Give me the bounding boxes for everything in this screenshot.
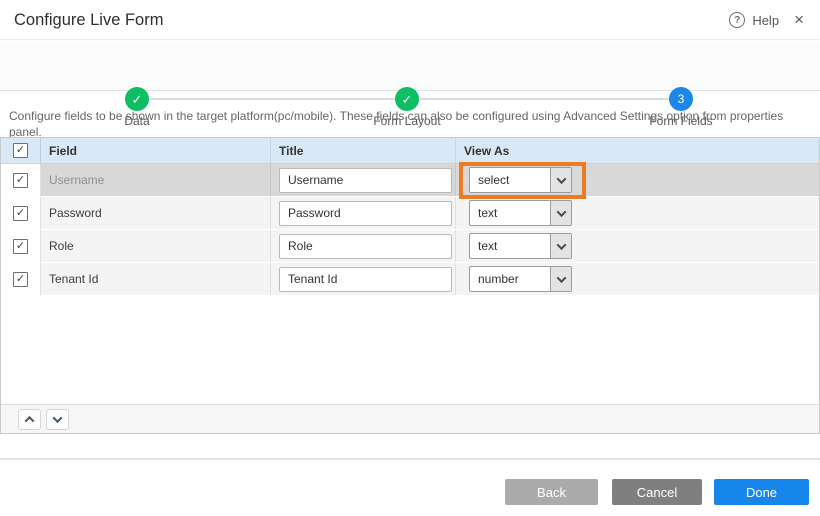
move-up-button[interactable] xyxy=(18,409,41,430)
table-row[interactable]: ✓ Username select xyxy=(1,164,819,197)
field-name: Tenant Id xyxy=(49,272,98,286)
chevron-down-icon xyxy=(556,240,566,250)
select-arrow-button[interactable] xyxy=(550,234,571,258)
view-as-select[interactable]: select xyxy=(469,167,572,193)
chevron-down-icon xyxy=(556,207,566,217)
divider xyxy=(0,458,820,460)
close-icon[interactable]: × xyxy=(788,0,810,40)
check-icon: ✓ xyxy=(16,208,25,219)
column-header-field: Field xyxy=(49,144,77,158)
view-as-value: number xyxy=(470,267,550,291)
step-data-check-icon[interactable]: ✓ xyxy=(125,87,149,111)
check-icon: ✓ xyxy=(16,145,25,156)
help-button[interactable]: ? Help xyxy=(729,12,779,28)
row-checkbox[interactable]: ✓ xyxy=(13,206,28,221)
titlebar-controls: ? Help × xyxy=(729,0,810,40)
page-title: Configure Live Form xyxy=(14,0,163,40)
cancel-button[interactable]: Cancel xyxy=(612,479,702,505)
field-name: Username xyxy=(49,173,104,187)
chevron-down-icon xyxy=(556,273,566,283)
table-row[interactable]: ✓ Role text xyxy=(1,230,819,263)
field-name: Role xyxy=(49,239,74,253)
column-header-title: Title xyxy=(279,144,303,158)
view-as-select[interactable]: number xyxy=(469,266,572,292)
view-as-select[interactable]: text xyxy=(469,233,572,259)
row-checkbox[interactable]: ✓ xyxy=(13,272,28,287)
description-text: Configure fields to be shown in the targ… xyxy=(9,108,811,140)
chevron-down-icon xyxy=(556,174,566,184)
step-connector xyxy=(420,98,669,100)
view-as-value: text xyxy=(470,234,550,258)
select-arrow-button[interactable] xyxy=(550,267,571,291)
fields-table: ✓ Field Title View As ✓ Username select xyxy=(0,137,820,434)
chevron-up-icon xyxy=(25,415,35,425)
step-form-fields-badge[interactable]: 3 xyxy=(669,87,693,111)
step-number: 3 xyxy=(678,92,685,106)
select-arrow-button[interactable] xyxy=(550,201,571,225)
help-icon: ? xyxy=(729,12,745,28)
title-bar: Configure Live Form ? Help × xyxy=(0,0,820,40)
row-checkbox[interactable]: ✓ xyxy=(13,239,28,254)
view-as-value: text xyxy=(470,201,550,225)
title-input[interactable] xyxy=(279,234,452,259)
select-all-checkbox[interactable]: ✓ xyxy=(13,143,28,158)
table-row[interactable]: ✓ Password text xyxy=(1,197,819,230)
done-button[interactable]: Done xyxy=(714,479,809,505)
wizard-stepper: ✓ Data ✓ Form Layout 3 Form Fields xyxy=(0,41,820,91)
select-arrow-button[interactable] xyxy=(550,168,571,192)
check-icon: ✓ xyxy=(16,274,25,285)
check-icon: ✓ xyxy=(402,93,413,106)
view-as-select[interactable]: text xyxy=(469,200,572,226)
move-down-button[interactable] xyxy=(46,409,69,430)
title-input[interactable] xyxy=(279,201,452,226)
table-header-row: ✓ Field Title View As xyxy=(1,138,819,164)
title-input[interactable] xyxy=(279,267,452,292)
step-form-layout-check-icon[interactable]: ✓ xyxy=(395,87,419,111)
row-checkbox[interactable]: ✓ xyxy=(13,173,28,188)
back-button[interactable]: Back xyxy=(505,479,598,505)
check-icon: ✓ xyxy=(16,241,25,252)
table-footer xyxy=(1,404,819,433)
column-header-view-as: View As xyxy=(464,144,509,158)
step-connector xyxy=(150,98,395,100)
table-row[interactable]: ✓ Tenant Id number xyxy=(1,263,819,296)
field-name: Password xyxy=(49,206,102,220)
check-icon: ✓ xyxy=(132,93,143,106)
chevron-down-icon xyxy=(53,413,63,423)
title-input[interactable] xyxy=(279,168,452,193)
view-as-value: select xyxy=(470,168,550,192)
help-label: Help xyxy=(752,13,779,28)
check-icon: ✓ xyxy=(16,175,25,186)
